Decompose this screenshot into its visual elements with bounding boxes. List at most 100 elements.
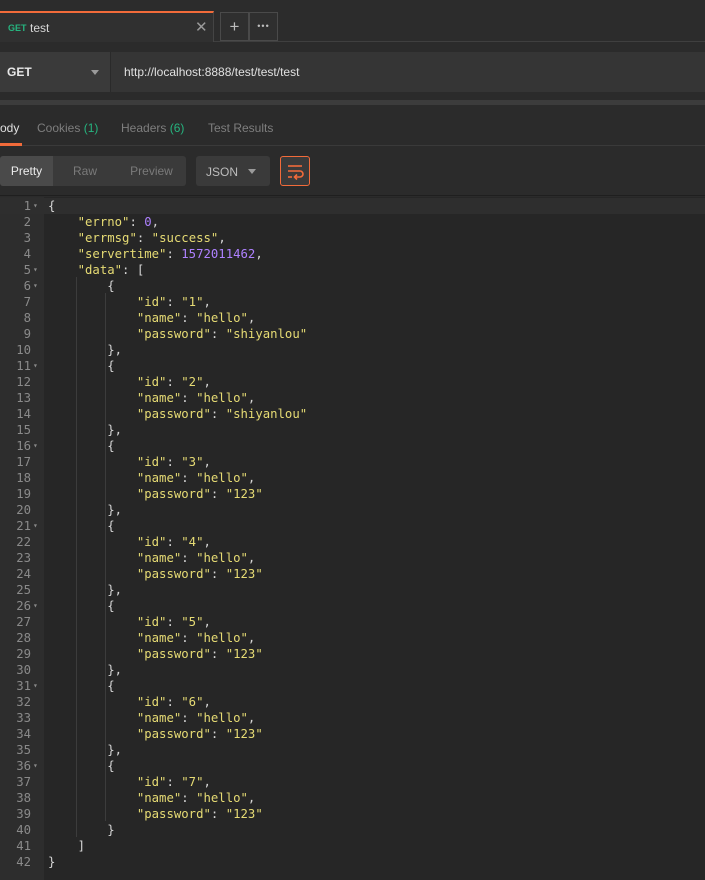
line-number: 10	[16, 343, 31, 357]
code-text: {	[48, 759, 115, 773]
view-mode-switch: Pretty Raw Preview	[0, 156, 186, 186]
raw-button[interactable]: Raw	[53, 156, 117, 186]
line-number: 4	[23, 247, 31, 261]
code-line: 5 ▾ "data": [	[0, 262, 705, 278]
code-text: },	[48, 503, 123, 517]
code-line: 39 "password": "123"	[0, 806, 705, 822]
format-dropdown[interactable]: JSON	[196, 156, 270, 186]
line-number: 2	[23, 215, 31, 229]
new-tab-button[interactable]: +	[220, 12, 249, 41]
code-line: 11 ▾ {	[0, 358, 705, 374]
code-line: 28 "name": "hello",	[0, 630, 705, 646]
fold-arrow-icon[interactable]: ▾	[33, 518, 38, 534]
code-text: "name": "hello",	[136, 391, 256, 405]
fold-arrow-icon[interactable]: ▾	[33, 278, 38, 294]
code-line: 26 ▾ {	[0, 598, 705, 614]
line-number: 34	[16, 727, 31, 741]
line-number: 14	[16, 407, 31, 421]
code-line: 32 "id": "6",	[0, 694, 705, 710]
line-number: 36	[16, 759, 31, 773]
line-number: 41	[16, 839, 31, 853]
line-number: 15	[16, 423, 31, 437]
url-input[interactable]: http://localhost:8888/test/test/test	[110, 52, 705, 92]
line-number: 5	[23, 263, 31, 277]
line-number: 31	[16, 679, 31, 693]
code-text: "password": "123"	[136, 487, 263, 501]
code-line: 40 }	[0, 822, 705, 838]
response-tabs: ody Cookies (1) Headers (6) Test Results	[0, 105, 705, 146]
code-text: {	[48, 679, 115, 693]
tab-method-label: GET	[8, 23, 27, 33]
fold-arrow-icon[interactable]: ▾	[33, 598, 38, 614]
line-number: 7	[23, 295, 31, 309]
code-line: 33 "name": "hello",	[0, 710, 705, 726]
tab-body[interactable]: ody	[0, 121, 19, 135]
more-tabs-button[interactable]: •••	[249, 12, 278, 41]
fold-arrow-icon[interactable]: ▾	[33, 262, 38, 278]
code-text: "id": "2",	[136, 375, 211, 389]
tab-test-results[interactable]: Test Results	[208, 121, 273, 135]
fold-arrow-icon[interactable]: ▾	[33, 358, 38, 374]
code-line: 20 },	[0, 502, 705, 518]
wrap-lines-button[interactable]	[280, 156, 310, 186]
code-line: 13 "name": "hello",	[0, 390, 705, 406]
code-line: 3 "errmsg": "success",	[0, 230, 705, 246]
code-text: "data": [	[77, 263, 145, 277]
fold-arrow-icon[interactable]: ▾	[33, 198, 38, 214]
line-number: 8	[23, 311, 31, 325]
code-line: 2 "errno": 0,	[0, 214, 705, 230]
code-line: 15 },	[0, 422, 705, 438]
line-number: 16	[16, 439, 31, 453]
code-line: 8 "name": "hello",	[0, 310, 705, 326]
line-number: 30	[16, 663, 31, 677]
fold-arrow-icon[interactable]: ▾	[33, 438, 38, 454]
response-body-editor[interactable]: 1 ▾{2 "errno": 0, 3 "errmsg": "success", 4 …	[0, 197, 705, 880]
close-tab-icon[interactable]: ✕	[195, 18, 208, 36]
code-line: 23 "name": "hello",	[0, 550, 705, 566]
line-number: 19	[16, 487, 31, 501]
line-number: 20	[16, 503, 31, 517]
line-number: 37	[16, 775, 31, 789]
request-url-bar: GET http://localhost:8888/test/test/test	[0, 52, 705, 92]
line-number: 23	[16, 551, 31, 565]
code-text: },	[48, 423, 123, 437]
tab-strip: GET test ✕ + •••	[0, 0, 705, 42]
tab-headers[interactable]: Headers (6)	[121, 121, 184, 135]
pretty-button[interactable]: Pretty	[0, 156, 53, 186]
code-line: 7 "id": "1",	[0, 294, 705, 310]
code-line: 21 ▾ {	[0, 518, 705, 534]
code-line: 1 ▾ {	[0, 198, 705, 214]
code-text: {	[48, 439, 115, 453]
code-line: 9 "password": "shiyanlou"	[0, 326, 705, 342]
code-text: "servertime": 1572011462,	[77, 247, 263, 261]
method-dropdown[interactable]: GET	[0, 52, 110, 92]
preview-button[interactable]: Preview	[117, 156, 186, 186]
code-line: 31 ▾ {	[0, 678, 705, 694]
code-line: 19 "password": "123"	[0, 486, 705, 502]
code-text: "id": "4",	[136, 535, 211, 549]
line-number: 28	[16, 631, 31, 645]
code-text: },	[48, 743, 123, 757]
line-number: 35	[16, 743, 31, 757]
fold-arrow-icon[interactable]: ▾	[33, 678, 38, 694]
tab-cookies[interactable]: Cookies (1)	[37, 121, 98, 135]
code-line: 36 ▾ {	[0, 758, 705, 774]
code-text: {	[48, 199, 56, 213]
code-line: 30 },	[0, 662, 705, 678]
fold-arrow-icon[interactable]: ▾	[33, 758, 38, 774]
chevron-down-icon	[248, 169, 256, 174]
code-text: }	[48, 823, 115, 837]
code-text: "id": "6",	[136, 695, 211, 709]
line-number: 21	[16, 519, 31, 533]
code-text: "errno": 0,	[77, 215, 160, 229]
code-text: "name": "hello",	[136, 311, 256, 325]
code-text: "name": "hello",	[136, 711, 256, 725]
request-tab[interactable]: GET test ✕	[0, 11, 214, 42]
line-number: 18	[16, 471, 31, 485]
code-text: }	[48, 855, 56, 869]
code-text: {	[48, 359, 115, 373]
line-number: 17	[16, 455, 31, 469]
code-line: 35 },	[0, 742, 705, 758]
code-line: 29 "password": "123"	[0, 646, 705, 662]
code-text: {	[48, 599, 115, 613]
